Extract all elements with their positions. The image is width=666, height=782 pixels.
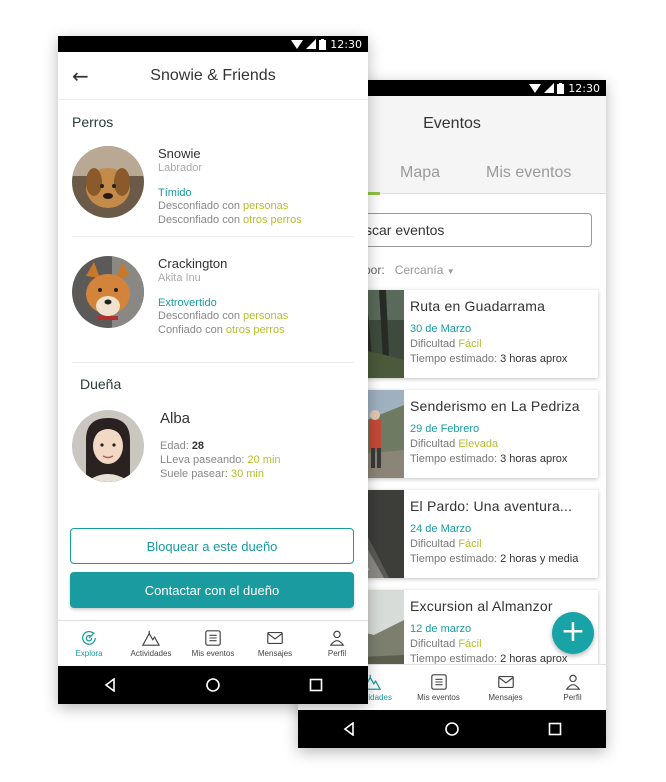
pet-info: Snowie Labrador Tímido Desconfiado con p… — [158, 146, 302, 227]
owner-age: Edad: 28 — [160, 440, 205, 452]
android-nav-bar — [58, 666, 368, 704]
event-title: Excursion al Almanzor — [410, 598, 553, 614]
plus-icon: + — [560, 614, 586, 649]
back-nav-icon[interactable] — [339, 719, 359, 739]
pet-breed: Akita Inu — [158, 272, 201, 284]
signal-icons — [529, 82, 565, 94]
event-difficulty: Dificultad Fácil — [410, 338, 482, 350]
event-time: Tiempo estimado: 3 horas aprox — [410, 453, 568, 465]
tab-mis-eventos[interactable]: Mis eventos — [486, 164, 571, 182]
pet-avatar — [72, 256, 144, 328]
pet-trait: Extrovertido — [158, 297, 217, 309]
bottom-tab-label: Mis eventos — [417, 692, 460, 702]
event-title: Ruta en Guadarrama — [410, 298, 546, 314]
pet-breed: Labrador — [158, 162, 203, 174]
pets-section-title: Perros — [72, 114, 114, 130]
recents-nav-icon[interactable] — [306, 675, 326, 695]
page-title: Eventos — [423, 115, 481, 132]
mail-icon — [267, 631, 283, 644]
page-title: Snowie & Friends — [150, 66, 276, 84]
status-bar: 12:30 — [58, 36, 368, 52]
event-time: Tiempo estimado: 2 horas y media — [410, 553, 579, 565]
bottom-tab-actividades[interactable]: Actividades — [121, 629, 181, 658]
status-time: 12:30 — [330, 37, 362, 51]
event-date: 29 de Febrero — [410, 423, 480, 435]
event-date: 24 de Marzo — [410, 523, 472, 535]
bottom-tab-bar: Explora Actividades Mis eventos Mensajes… — [58, 620, 368, 665]
event-info: Senderismo en La Pedriza 29 de Febrero D… — [410, 398, 592, 467]
divider — [72, 362, 354, 363]
bottom-tab-label: Actividades — [130, 648, 172, 658]
bottom-tab-perfil[interactable]: Perfil — [307, 629, 367, 658]
person-icon — [329, 630, 345, 646]
bottom-tab-label: Mensajes — [257, 648, 293, 658]
status-time: 12:30 — [568, 81, 600, 95]
chevron-down-icon: ▼ — [446, 267, 455, 276]
pet-item[interactable]: Crackington Akita Inu Extrovertido Desco… — [72, 256, 362, 336]
event-difficulty: Dificultad Fácil — [410, 538, 482, 550]
list-icon — [430, 673, 447, 690]
tab-mapa[interactable]: Mapa — [400, 164, 440, 182]
bottom-tab-label: Perfil — [327, 648, 347, 658]
event-info: El Pardo: Una aventura... 24 de Marzo Di… — [410, 498, 592, 567]
add-event-button[interactable]: + — [552, 612, 594, 654]
pet-behavior: Desconfiado con personas — [158, 310, 289, 322]
event-difficulty: Dificultad Elevada — [410, 438, 499, 450]
person-icon — [565, 674, 580, 690]
bottom-tab-label: Perfil — [563, 692, 582, 702]
owner-walking: LLeva paseando: 20 min — [160, 454, 281, 466]
event-date: 30 de Marzo — [410, 323, 472, 335]
search-placeholder: scar eventos — [365, 222, 445, 238]
mountain-icon — [142, 630, 160, 646]
event-time: Tiempo estimado: 3 horas aprox — [410, 353, 568, 365]
owner-avatar — [72, 410, 144, 482]
owner-name: Alba — [160, 410, 191, 427]
owner-usual-walk: Suele pasear: 30 min — [160, 468, 264, 480]
pet-item[interactable]: Snowie Labrador Tímido Desconfiado con p… — [72, 146, 362, 226]
bottom-tab-label: Mensajes — [488, 692, 523, 702]
signal-icons — [291, 38, 327, 50]
bottom-tab-mis-eventos[interactable]: Mis eventos — [183, 629, 243, 658]
event-title: El Pardo: Una aventura... — [410, 498, 573, 514]
bottom-tab-explora[interactable]: Explora — [59, 629, 119, 658]
pet-trait: Tímido — [158, 187, 192, 199]
home-nav-icon[interactable] — [203, 675, 223, 695]
pet-name: Crackington — [158, 256, 228, 271]
bottom-tab-mensajes[interactable]: Mensajes — [476, 673, 536, 702]
pet-info: Crackington Akita Inu Extrovertido Desco… — [158, 256, 288, 337]
sort-dropdown[interactable]: Cercanía ▼ — [395, 263, 455, 277]
bottom-tab-mis-eventos[interactable]: Mis eventos — [409, 673, 469, 702]
list-icon — [205, 629, 221, 646]
owner-info: Alba Edad: 28 LLeva paseando: 20 min Sue… — [160, 410, 281, 481]
contact-owner-button[interactable]: Contactar con el dueño — [70, 572, 354, 608]
block-owner-button[interactable]: Bloquear a este dueño — [70, 528, 354, 564]
bottom-tab-label: Explora — [75, 648, 103, 658]
home-nav-icon[interactable] — [442, 719, 462, 739]
owner-item[interactable]: Alba Edad: 28 LLeva paseando: 20 min Sue… — [72, 410, 362, 484]
profile-app-bar: ← Snowie & Friends — [58, 52, 368, 100]
pet-avatar — [72, 146, 144, 218]
mail-icon — [497, 675, 514, 688]
android-nav-bar — [298, 710, 606, 748]
sort-row: por: Cercanía ▼ — [364, 263, 455, 277]
pet-behavior: Confiado con otros perros — [158, 324, 285, 336]
event-info: Ruta en Guadarrama 30 de Marzo Dificulta… — [410, 298, 592, 367]
divider — [72, 236, 354, 237]
pet-behavior: Desconfiado con otros perros — [158, 214, 302, 226]
bottom-tab-label: Mis eventos — [191, 648, 235, 658]
back-nav-icon[interactable] — [100, 675, 120, 695]
owner-profile-screen: 12:30 ← Snowie & Friends Perros Snowie L… — [58, 36, 368, 704]
sort-value: Cercanía — [394, 263, 444, 277]
event-title: Senderismo en La Pedriza — [410, 398, 580, 414]
owner-section-title: Dueña — [80, 376, 122, 392]
explore-icon — [82, 630, 96, 645]
bottom-tab-mensajes[interactable]: Mensajes — [245, 629, 305, 658]
pet-name: Snowie — [158, 146, 201, 161]
bottom-tab-perfil[interactable]: Perfil — [543, 673, 603, 702]
pet-behavior: Desconfiado con personas — [158, 200, 289, 212]
recents-nav-icon[interactable] — [545, 719, 565, 739]
